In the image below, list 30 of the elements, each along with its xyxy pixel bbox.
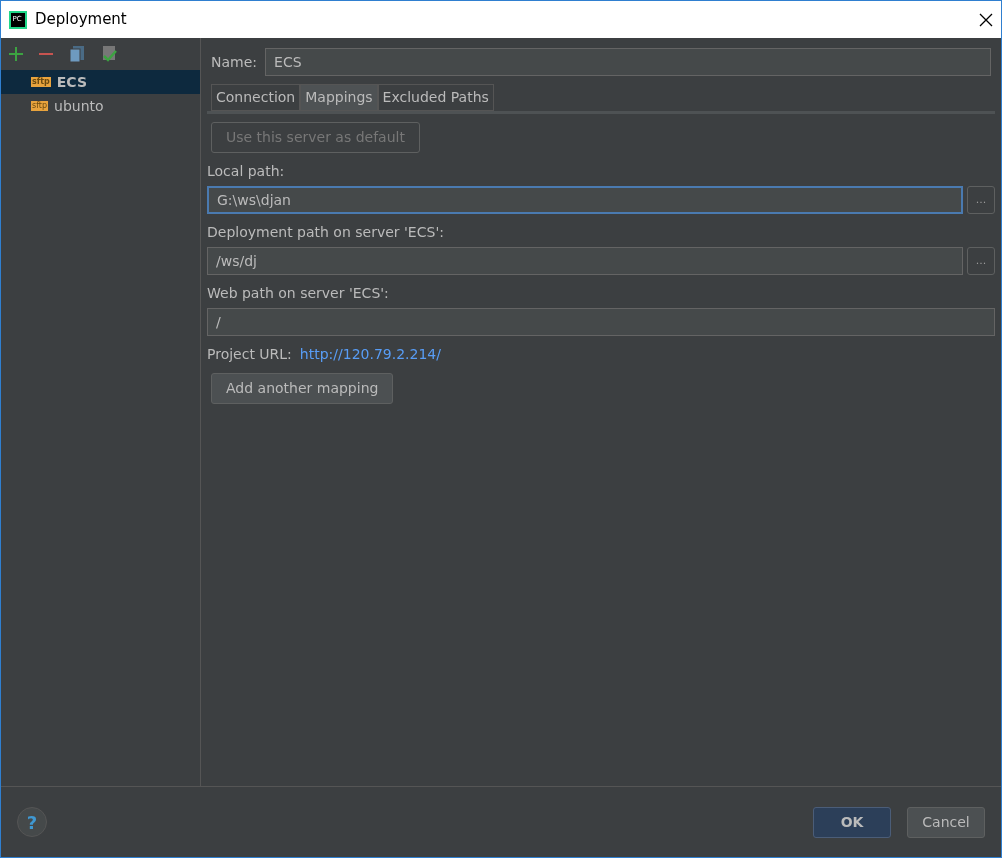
sftp-file-icon: sftp xyxy=(31,77,51,87)
server-name: ubunto xyxy=(54,96,104,116)
server-item[interactable]: sftp ubunto xyxy=(1,94,200,118)
project-url-link[interactable]: http://120.79.2.214/ xyxy=(299,344,441,365)
name-field[interactable]: ECS xyxy=(265,48,991,76)
ok-button[interactable]: OK xyxy=(813,806,891,838)
tab[interactable]: Excluded Paths xyxy=(377,84,494,111)
server-item[interactable]: sftp ECS xyxy=(1,70,200,94)
path-field[interactable]: /ws/dj xyxy=(207,247,963,275)
tab[interactable]: Mappings xyxy=(300,84,378,111)
path-field[interactable]: G:\ws\djan xyxy=(207,186,963,214)
sftp-file-icon: sftp xyxy=(31,101,49,111)
path-field[interactable]: / xyxy=(207,308,995,336)
project-url-label: Project URL: xyxy=(207,345,292,364)
browse-button[interactable]: ... xyxy=(967,186,995,214)
server-name: ECS xyxy=(56,72,87,92)
checklist-icon[interactable] xyxy=(101,45,117,63)
window-title: Deployment xyxy=(35,9,127,31)
cancel-button[interactable]: Cancel xyxy=(907,806,985,838)
copy-icon[interactable] xyxy=(69,45,85,63)
browse-button[interactable]: ... xyxy=(967,247,995,275)
field-label: Web path on server 'ECS': xyxy=(207,284,390,303)
field-label: Local path: xyxy=(207,162,286,181)
field-label: Deployment path on server 'ECS': xyxy=(207,223,445,242)
add-icon[interactable] xyxy=(9,47,23,61)
close-icon[interactable] xyxy=(979,12,993,27)
help-button[interactable]: ? xyxy=(17,807,47,837)
name-label: Name: xyxy=(211,52,258,72)
add-mapping-button[interactable]: Add another mapping xyxy=(211,373,394,404)
tab[interactable]: Connection xyxy=(211,84,301,111)
